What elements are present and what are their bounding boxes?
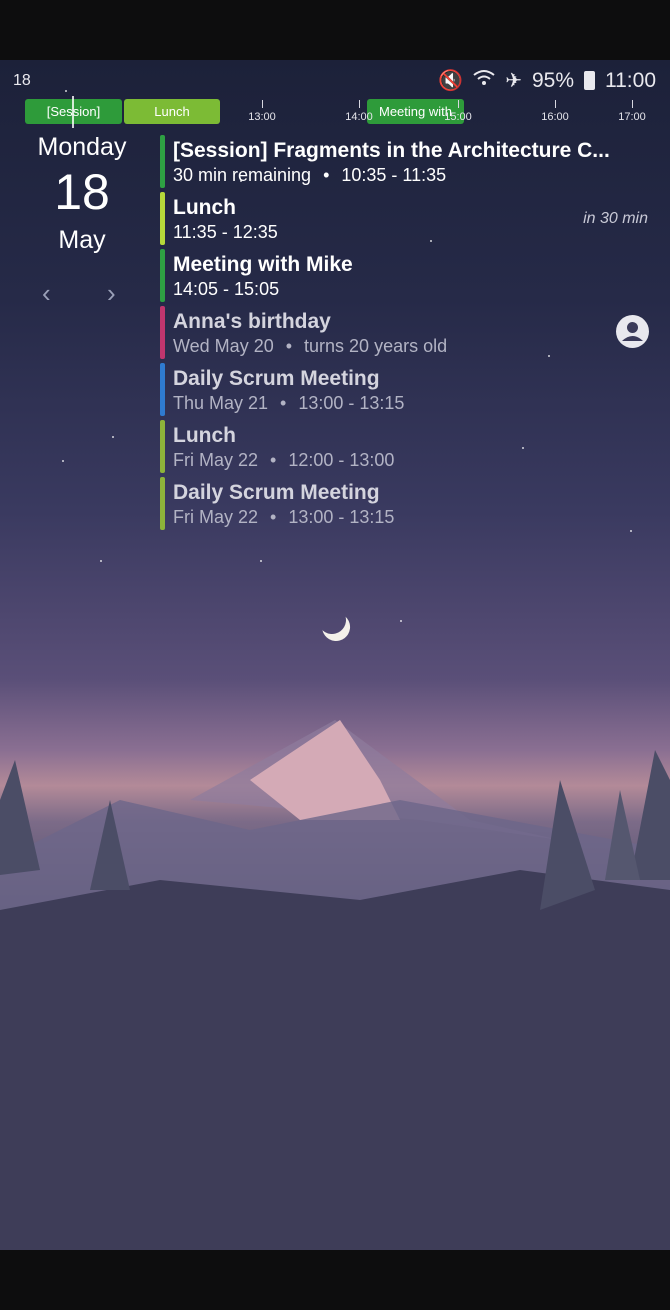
separator-dot: • bbox=[280, 393, 287, 413]
event-subtitle: Fri May 22 • 13:00 - 13:15 bbox=[173, 507, 394, 528]
separator-dot: • bbox=[270, 507, 277, 527]
event-color-bar bbox=[160, 477, 165, 530]
event-color-bar bbox=[160, 135, 165, 188]
separator-dot: • bbox=[270, 450, 277, 470]
timeline-tick bbox=[359, 100, 360, 108]
event-item[interactable]: Anna's birthday Wed May 20 • turns 20 year… bbox=[160, 306, 660, 359]
mute-icon: 🔇 bbox=[438, 70, 464, 92]
day-name: Monday bbox=[37, 133, 127, 161]
event-item[interactable]: [Session] Fragments in the Architecture … bbox=[160, 135, 660, 188]
timeline-tick bbox=[262, 100, 263, 108]
event-title: Anna's birthday bbox=[173, 310, 331, 333]
top-bezel bbox=[0, 0, 670, 60]
event-title: Lunch bbox=[173, 424, 236, 447]
timeline-tick-label: 16:00 bbox=[541, 111, 569, 123]
event-color-bar bbox=[160, 249, 165, 302]
clock-time: 11:00 bbox=[605, 68, 656, 92]
event-title: Daily Scrum Meeting bbox=[173, 481, 380, 504]
event-title: Lunch bbox=[173, 196, 236, 219]
event-subtitle: Thu May 21 • 13:00 - 13:15 bbox=[173, 393, 404, 414]
event-date: Fri May 22 bbox=[173, 507, 259, 527]
separator-dot: • bbox=[323, 165, 330, 185]
event-time: 13:00 - 13:15 bbox=[288, 507, 395, 527]
timeline-tick bbox=[458, 100, 459, 108]
event-title: Daily Scrum Meeting bbox=[173, 367, 380, 390]
timeline-tick bbox=[632, 100, 633, 108]
battery-percent: 95% bbox=[531, 68, 574, 92]
event-date: Wed May 20 bbox=[173, 336, 274, 356]
event-item[interactable]: Daily Scrum Meeting Fri May 22 • 13:00 - 1… bbox=[160, 477, 660, 530]
event-remaining: 30 min remaining bbox=[173, 165, 312, 185]
month-name: May bbox=[58, 226, 106, 254]
next-day-button[interactable]: › bbox=[107, 278, 116, 309]
status-bar-right: 🔇 ✈ 95% 11:00 bbox=[438, 68, 656, 93]
event-title: [Session] Fragments in the Architecture … bbox=[173, 139, 610, 162]
prev-day-button[interactable]: ‹ bbox=[42, 278, 51, 309]
event-time: 14:05 - 15:05 bbox=[173, 279, 280, 299]
event-title: Meeting with Mike bbox=[173, 253, 353, 276]
timeline-now-marker bbox=[72, 96, 74, 128]
airplane-icon: ✈ bbox=[505, 70, 522, 92]
timeline-tick-label: 15:00 bbox=[444, 111, 472, 123]
event-time: 10:35 - 11:35 bbox=[341, 165, 447, 185]
event-time: 13:00 - 13:15 bbox=[298, 393, 405, 413]
timeline-tick-label: 13:00 bbox=[248, 111, 276, 123]
event-item[interactable]: Lunch Fri May 22 • 12:00 - 13:00 bbox=[160, 420, 660, 473]
event-detail: turns 20 years old bbox=[304, 336, 448, 356]
event-item[interactable]: Meeting with Mike 14:05 - 15:05 bbox=[160, 249, 660, 302]
event-time: 11:35 - 12:35 bbox=[173, 222, 278, 242]
event-color-bar bbox=[160, 306, 165, 359]
timeline-tick-label: 14:00 bbox=[345, 111, 373, 123]
event-subtitle: 30 min remaining • 10:35 - 11:35 bbox=[173, 165, 446, 186]
timeline-pill-lunch[interactable]: Lunch bbox=[124, 99, 220, 124]
countdown-label: in 30 min bbox=[583, 210, 648, 227]
event-color-bar bbox=[160, 363, 165, 416]
day-number: 18 bbox=[54, 164, 110, 220]
event-color-bar bbox=[160, 192, 165, 245]
battery-icon bbox=[584, 71, 595, 90]
status-left-text: 18 bbox=[13, 72, 31, 89]
wifi-icon bbox=[473, 69, 495, 93]
event-color-bar bbox=[160, 420, 165, 473]
event-item[interactable]: Daily Scrum Meeting Thu May 21 • 13:00 - 1… bbox=[160, 363, 660, 416]
event-subtitle: Wed May 20 • turns 20 years old bbox=[173, 336, 447, 357]
separator-dot: • bbox=[285, 336, 293, 356]
event-time: 12:00 - 13:00 bbox=[288, 450, 395, 470]
event-date: Fri May 22 bbox=[173, 450, 259, 470]
bottom-bezel bbox=[0, 1250, 670, 1310]
event-subtitle: Fri May 22 • 12:00 - 13:00 bbox=[173, 450, 394, 471]
timeline-tick-label: 17:00 bbox=[618, 111, 646, 123]
event-date: Thu May 21 bbox=[173, 393, 269, 413]
account-icon[interactable] bbox=[616, 315, 649, 348]
timeline-tick bbox=[555, 100, 556, 108]
